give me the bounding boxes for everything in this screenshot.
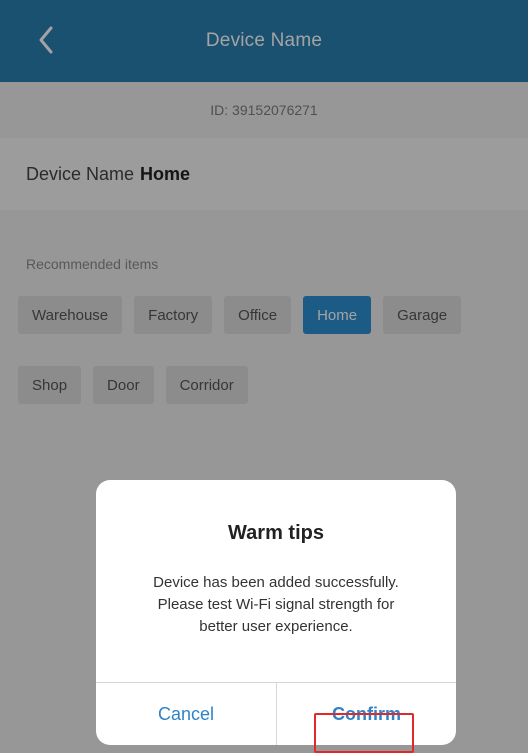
dialog-message: Device has been added successfully. Plea… [124, 572, 428, 638]
warm-tips-dialog: Warm tips Device has been added successf… [96, 480, 456, 745]
dialog-message-line: Please test Wi-Fi signal strength for [157, 596, 395, 613]
confirm-button[interactable]: Confirm [277, 683, 456, 745]
dialog-title: Warm tips [228, 522, 324, 544]
cancel-button[interactable]: Cancel [96, 683, 276, 745]
dialog-message-line: better user experience. [199, 618, 353, 635]
dialog-message-line: Device has been added successfully. [153, 574, 399, 591]
